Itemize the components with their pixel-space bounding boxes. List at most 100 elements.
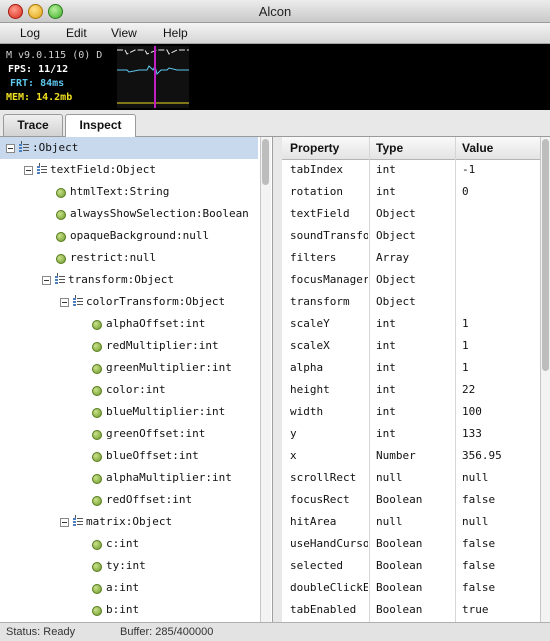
tree-leaf[interactable]: greenOffset:int <box>0 423 258 445</box>
tree-leaf-label: restrict:null <box>70 251 157 264</box>
tree-leaf[interactable]: alwaysShowSelection:Boolean <box>0 203 258 225</box>
cell-value[interactable]: 1 <box>462 339 538 352</box>
cell-value[interactable]: 1 <box>462 317 538 330</box>
cell-property: soundTransfo <box>290 229 368 242</box>
table-row[interactable]: focusRect Boolean false <box>282 489 540 511</box>
tree-leaf[interactable]: restrict:null <box>0 247 258 269</box>
table-row[interactable]: alpha int 1 <box>282 357 540 379</box>
table-row[interactable]: rotation int 0 <box>282 181 540 203</box>
tree-leaf[interactable]: ty:int <box>0 555 258 577</box>
table-scroll-thumb[interactable] <box>542 139 549 371</box>
cell-value[interactable]: true <box>462 603 538 616</box>
tree-leaf-label: redMultiplier:int <box>106 339 219 352</box>
header-value[interactable]: Value <box>462 141 493 155</box>
table-row[interactable]: doubleClickEn Boolean false <box>282 577 540 599</box>
table-row[interactable]: transform Object <box>282 291 540 313</box>
cell-value[interactable]: null <box>462 471 538 484</box>
tree-leaf[interactable]: b:int <box>0 599 258 621</box>
collapse-toggle-icon[interactable] <box>60 518 69 527</box>
cell-type: int <box>376 405 396 418</box>
tree-node[interactable]: transform:Object <box>0 269 258 291</box>
header-property[interactable]: Property <box>290 141 339 155</box>
tree-leaf[interactable]: redOffset:int <box>0 489 258 511</box>
tree-leaf[interactable]: a:int <box>0 577 258 599</box>
cell-value[interactable]: 133 <box>462 427 538 440</box>
tree-node[interactable]: matrix:Object <box>0 511 258 533</box>
tree-leaf[interactable]: redMultiplier:int <box>0 335 258 357</box>
frt-readout: FRT: 84ms <box>10 78 65 89</box>
tree-leaf-label: greenMultiplier:int <box>106 361 232 374</box>
tree-leaf[interactable]: opaqueBackground:null <box>0 225 258 247</box>
cell-value[interactable]: 100 <box>462 405 538 418</box>
cell-type: int <box>376 339 396 352</box>
cell-type: Object <box>376 229 416 242</box>
table-row[interactable]: tabIndex int -1 <box>282 159 540 181</box>
tree-leaf[interactable]: color:int <box>0 379 258 401</box>
tree-leaf[interactable]: alphaMultiplier:int <box>0 467 258 489</box>
property-leaf-icon <box>92 386 102 396</box>
cell-value[interactable]: null <box>462 515 538 528</box>
table-row[interactable]: height int 22 <box>282 379 540 401</box>
table-row[interactable]: hitArea null null <box>282 511 540 533</box>
tree-node[interactable]: :Object <box>0 137 258 159</box>
tree-node-label: textField:Object <box>50 163 156 176</box>
table-row[interactable]: selected Boolean false <box>282 555 540 577</box>
tree-leaf[interactable]: blueMultiplier:int <box>0 401 258 423</box>
table-row[interactable]: filters Array <box>282 247 540 269</box>
property-leaf-icon <box>92 430 102 440</box>
tree-leaf[interactable]: htmlText:String <box>0 181 258 203</box>
table-row[interactable]: width int 100 <box>282 401 540 423</box>
cell-value[interactable]: false <box>462 581 538 594</box>
table-row[interactable]: scaleX int 1 <box>282 335 540 357</box>
object-node-icon <box>73 515 83 526</box>
tree-scrollbar[interactable] <box>260 137 271 622</box>
cell-property: x <box>290 449 297 462</box>
collapse-toggle-icon[interactable] <box>60 298 69 307</box>
menu-help[interactable]: Help <box>163 26 188 40</box>
cell-value[interactable]: false <box>462 493 538 506</box>
tree-leaf[interactable]: alphaOffset:int <box>0 313 258 335</box>
table-row[interactable]: y int 133 <box>282 423 540 445</box>
property-leaf-icon <box>56 210 66 220</box>
tab-trace[interactable]: Trace <box>3 114 63 136</box>
collapse-toggle-icon[interactable] <box>24 166 33 175</box>
cell-value[interactable]: 22 <box>462 383 538 396</box>
cell-value[interactable]: 1 <box>462 361 538 374</box>
table-row[interactable]: tabEnabled Boolean true <box>282 599 540 621</box>
cell-property: focusManager <box>290 273 368 286</box>
menu-edit[interactable]: Edit <box>66 26 87 40</box>
tree-leaf[interactable]: blueOffset:int <box>0 445 258 467</box>
cell-property: scrollRect <box>290 471 357 484</box>
table-row[interactable]: scaleY int 1 <box>282 313 540 335</box>
property-leaf-icon <box>56 254 66 264</box>
tab-inspect[interactable]: Inspect <box>65 114 136 137</box>
table-row[interactable]: soundTransfo Object <box>282 225 540 247</box>
tree-leaf-label: opaqueBackground:null <box>70 229 210 242</box>
cell-value[interactable]: 356.95 <box>462 449 538 462</box>
table-row[interactable]: textField Object <box>282 203 540 225</box>
cell-property: y <box>290 427 297 440</box>
table-scrollbar[interactable] <box>540 137 550 622</box>
collapse-toggle-icon[interactable] <box>6 144 15 153</box>
tree-node[interactable]: textField:Object <box>0 159 258 181</box>
header-type[interactable]: Type <box>376 141 403 155</box>
cell-property: focusRect <box>290 493 350 506</box>
tree-leaf-label: redOffset:int <box>106 493 193 506</box>
cell-value[interactable]: false <box>462 559 538 572</box>
cell-type: Boolean <box>376 559 423 572</box>
table-row[interactable]: scrollRect null null <box>282 467 540 489</box>
tree-scroll-thumb[interactable] <box>262 139 269 185</box>
cell-value[interactable]: -1 <box>462 163 538 176</box>
table-row[interactable]: x Number 356.95 <box>282 445 540 467</box>
cell-value[interactable]: false <box>462 537 538 550</box>
cell-value[interactable]: 0 <box>462 185 538 198</box>
tree-node[interactable]: colorTransform:Object <box>0 291 258 313</box>
fps-graph-line <box>117 49 189 55</box>
tree-leaf[interactable]: greenMultiplier:int <box>0 357 258 379</box>
menu-log[interactable]: Log <box>20 26 40 40</box>
table-row[interactable]: focusManager Object <box>282 269 540 291</box>
tree-leaf[interactable]: c:int <box>0 533 258 555</box>
menu-view[interactable]: View <box>111 26 137 40</box>
table-row[interactable]: useHandCurso Boolean false <box>282 533 540 555</box>
collapse-toggle-icon[interactable] <box>42 276 51 285</box>
